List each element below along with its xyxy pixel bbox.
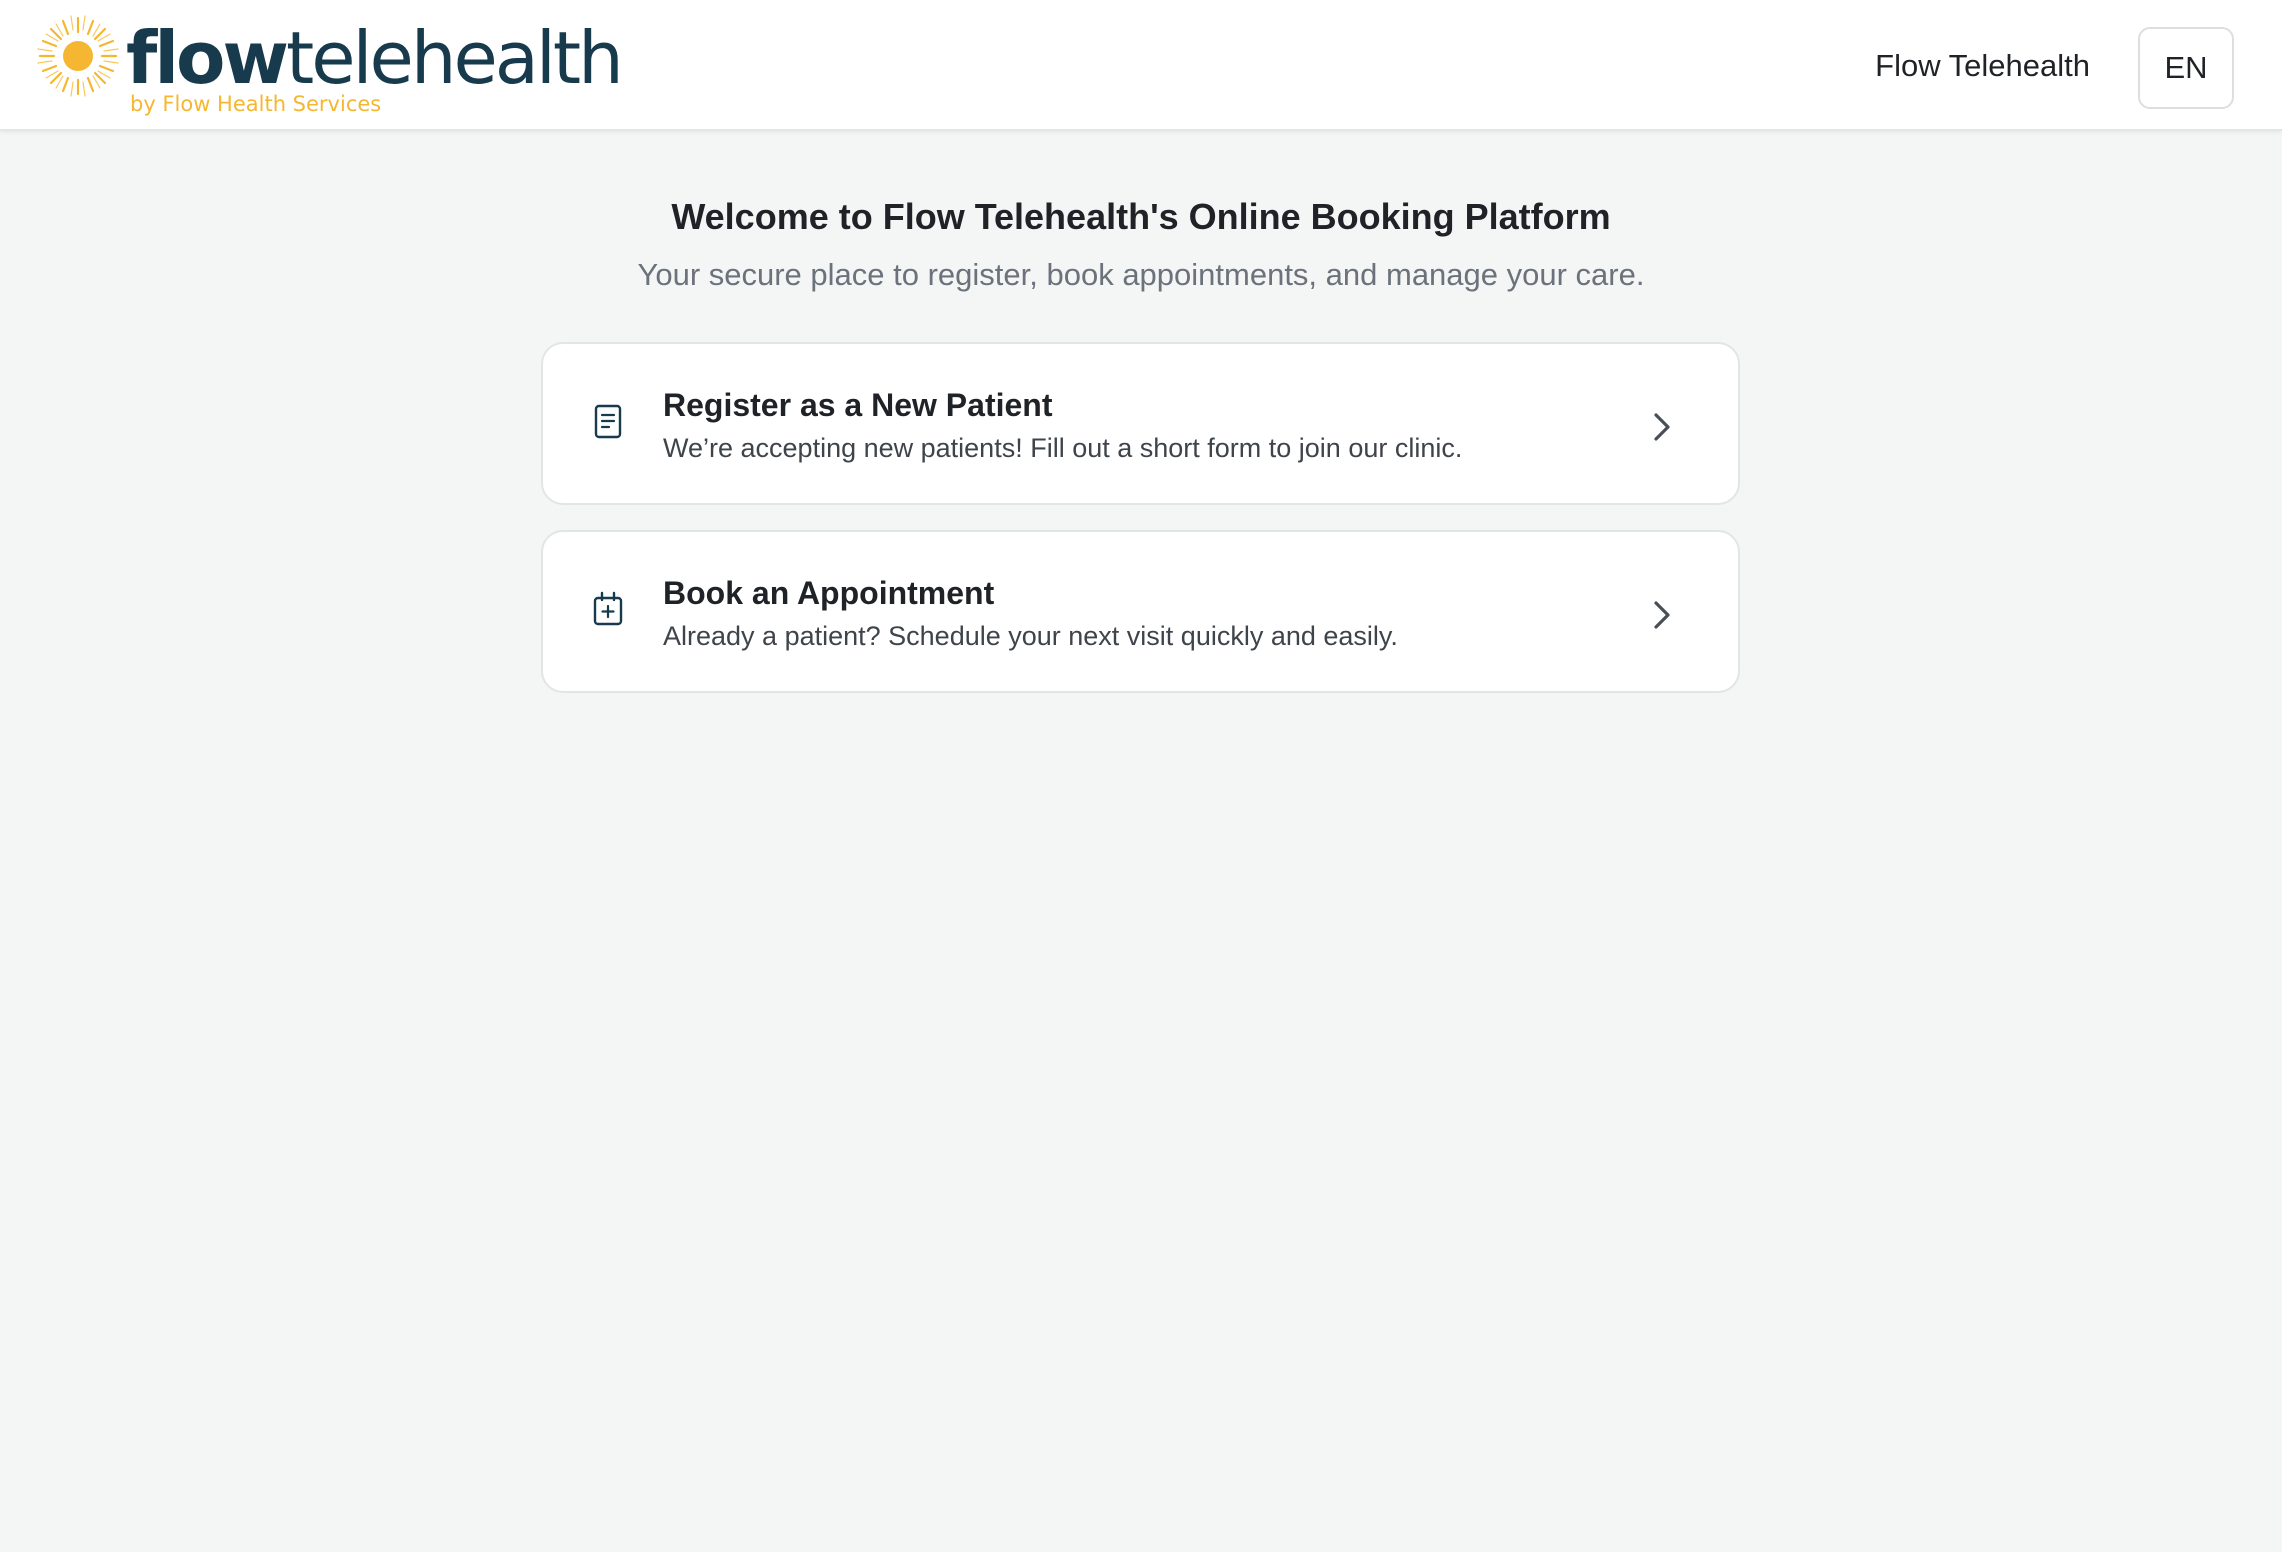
logo-word-bold: flow [126,16,289,100]
chevron-right-icon [1654,601,1670,629]
page-title: Welcome to Flow Telehealth's Online Book… [671,196,1611,237]
language-selector-button[interactable]: EN [2138,27,2234,109]
logo-wordmark: flowtelehealth [126,22,624,94]
calendar-plus-icon [593,591,623,626]
sun-logo-icon [37,15,119,97]
register-card-title: Register as a New Patient [663,387,1053,423]
book-appointment-card[interactable]: Book an Appointment Already a patient? S… [541,530,1740,693]
flow-telehealth-nav-link[interactable]: Flow Telehealth [1875,46,2090,86]
logo-word-light: telehealth [285,16,624,100]
register-card-description: We’re accepting new patients! Fill out a… [663,433,1463,463]
logo-tagline: by Flow Health Services [130,92,382,116]
page-subtitle: Your secure place to register, book appo… [637,257,1645,292]
top-header: flowtelehealth by Flow Health Services F… [0,0,2282,131]
register-new-patient-card[interactable]: Register as a New Patient We’re acceptin… [541,342,1740,505]
flow-telehealth-logo[interactable]: flowtelehealth by Flow Health Services [34,12,634,122]
book-card-title: Book an Appointment [663,575,995,611]
book-card-description: Already a patient? Schedule your next vi… [663,621,1398,651]
document-icon [594,404,622,439]
chevron-right-icon [1654,413,1670,441]
